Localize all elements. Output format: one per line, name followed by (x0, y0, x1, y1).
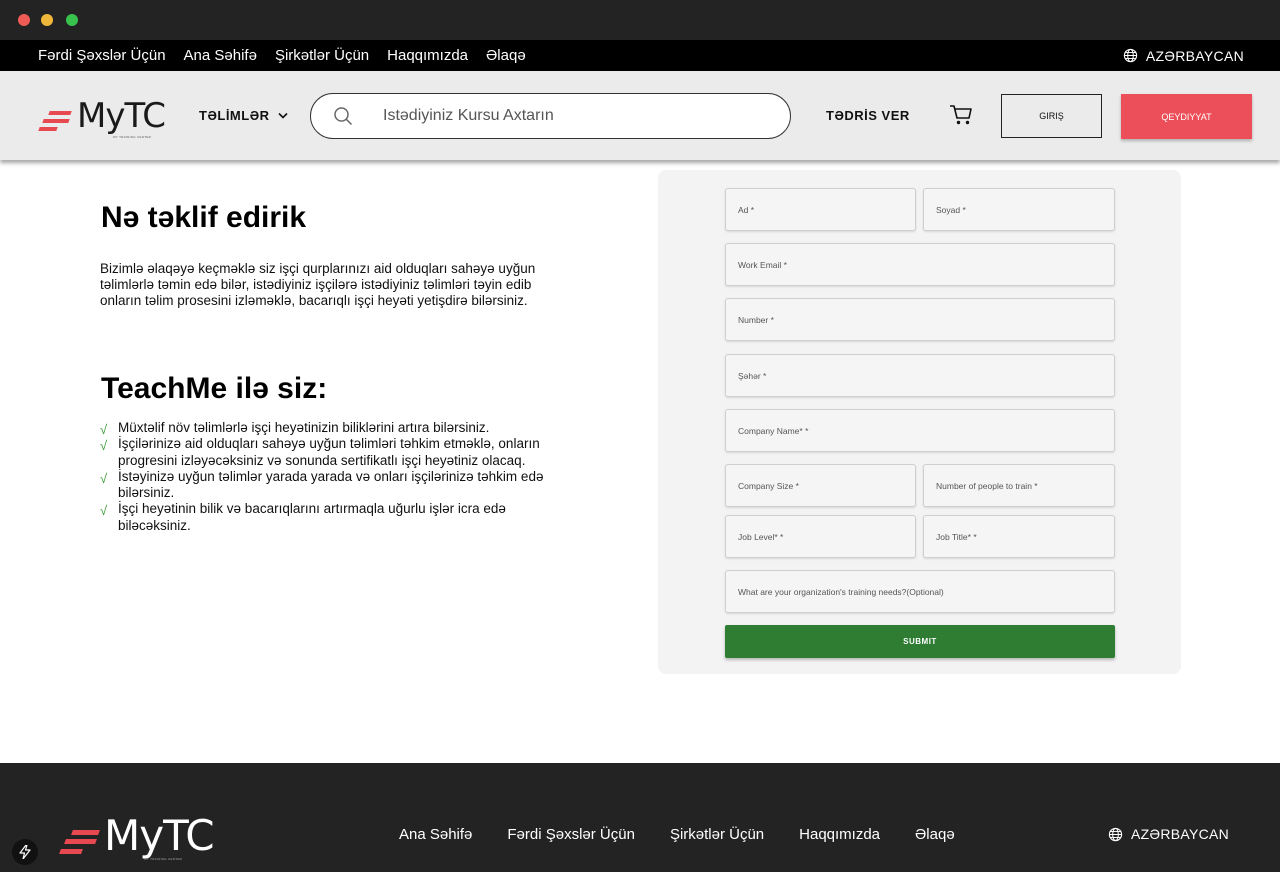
top-nav-link-home[interactable]: Ana Səhifə (184, 47, 257, 64)
close-window-button[interactable] (18, 14, 30, 26)
search-bar (310, 93, 791, 139)
submit-button[interactable]: SUBMIT (725, 625, 1115, 658)
footer-link-companies[interactable]: Şirkətlər Üçün (670, 826, 764, 843)
login-button[interactable]: GIRIŞ (1001, 94, 1102, 138)
last-name-field (923, 188, 1115, 231)
work-email-input[interactable] (726, 244, 1114, 285)
cart-icon[interactable] (949, 104, 973, 126)
first-name-field (725, 188, 916, 231)
first-name-input[interactable] (726, 189, 915, 230)
footer-logo-subtitle: MY TRAINING CENTER (144, 857, 183, 861)
site-header: MyTC MY TRAINING CENTER TƏLİMLƏR TƏDRİS … (0, 71, 1280, 160)
top-nav-link-individuals[interactable]: Fərdi Şəxslər Üçün (38, 47, 166, 64)
checkmark-icon: √ (100, 438, 108, 454)
top-nav-link-about[interactable]: Haqqımızda (387, 47, 468, 64)
training-needs-field (725, 570, 1115, 613)
offer-heading: Nə təklif edirik (101, 201, 307, 234)
browser-window: Fərdi Şəxslər Üçün Ana Səhifə Şirkətlər … (0, 0, 1280, 872)
window-title-bar (0, 0, 1280, 40)
logo-subtitle: MY TRAINING CENTER (113, 135, 152, 139)
benefit-text: Müxtəlif növ təlimlərlə işçi heyətinizin… (118, 420, 490, 435)
benefit-item: √ Müxtəlif növ təlimlərlə işçi heyətinizi… (100, 420, 575, 437)
lightning-icon[interactable] (12, 839, 38, 865)
maximize-window-button[interactable] (66, 14, 78, 26)
people-to-train-input[interactable] (924, 465, 1114, 506)
footer-mytc-logo[interactable]: MyTC MY TRAINING CENTER (59, 811, 215, 861)
benefit-item: √ İstəyinizə uyğun təlimlər yarada yarada… (100, 469, 575, 502)
number-field (725, 298, 1115, 341)
search-input[interactable] (383, 107, 763, 125)
globe-icon (1123, 48, 1138, 63)
footer-link-home[interactable]: Ana Səhifə (399, 826, 472, 843)
footer-logo-text: MyTC (104, 811, 215, 860)
job-level-field (725, 515, 916, 558)
benefit-item: √ İşçilərinizə aid olduqları sahəyə uyğun… (100, 436, 575, 469)
city-field (725, 354, 1115, 397)
logo-mark (38, 107, 73, 133)
minimize-window-button[interactable] (41, 14, 53, 26)
offer-description: Bizimlə əlaqəyə keçməklə siz işçi qurpla… (100, 261, 536, 308)
number-input[interactable] (726, 299, 1114, 340)
courses-dropdown-label: TƏLİMLƏR (199, 108, 270, 123)
people-to-train-field (923, 464, 1115, 507)
company-name-field (725, 409, 1115, 452)
top-nav-link-contact[interactable]: Əlaqə (486, 47, 526, 64)
company-name-input[interactable] (726, 410, 1114, 451)
checkmark-icon: √ (100, 470, 108, 486)
chevron-down-icon (277, 112, 288, 119)
city-input[interactable] (726, 355, 1114, 396)
teach-link[interactable]: TƏDRİS VER (826, 108, 910, 123)
mytc-logo[interactable]: MyTC MY TRAINING CENTER (38, 96, 166, 139)
globe-icon (1108, 827, 1123, 841)
courses-dropdown[interactable]: TƏLİMLƏR (199, 108, 288, 123)
footer-link-contact[interactable]: Əlaqə (915, 826, 955, 843)
benefit-item: √ İşçi heyətinin bilik və bacarıqlarını a… (100, 501, 575, 534)
top-nav: Fərdi Şəxslər Üçün Ana Səhifə Şirkətlər … (0, 40, 1280, 71)
footer-links: Ana Səhifə Fərdi Şəxslər Üçün Şirkətlər … (399, 826, 955, 843)
benefit-text: İşçi heyətinin bilik və bacarıqlarını ar… (118, 501, 506, 533)
checkmark-icon: √ (100, 503, 108, 519)
top-nav-links: Fərdi Şəxslər Üçün Ana Səhifə Şirkətlər … (38, 40, 526, 71)
job-level-input[interactable] (726, 516, 915, 557)
search-icon[interactable] (333, 106, 353, 126)
site-footer: MyTC MY TRAINING CENTER Ana Səhifə Fərdi… (0, 763, 1280, 872)
benefit-text: İşçilərinizə aid olduqları sahəyə uyğun … (118, 436, 540, 468)
job-title-field (923, 515, 1115, 558)
logo-text: MyTC (77, 96, 166, 136)
language-selector[interactable]: AZƏRBAYCAN (1123, 40, 1244, 71)
benefits-list: √ Müxtəlif növ təlimlərlə işçi heyətinizi… (100, 420, 575, 534)
top-nav-link-companies[interactable]: Şirkətlər Üçün (275, 47, 369, 64)
footer-link-individuals[interactable]: Fərdi Şəxslər Üçün (507, 826, 635, 843)
signup-button[interactable]: QEYDIYYAT (1121, 94, 1252, 139)
last-name-input[interactable] (924, 189, 1114, 230)
footer-link-about[interactable]: Haqqımızda (799, 826, 880, 843)
company-size-input[interactable] (726, 465, 915, 506)
footer-language-label: AZƏRBAYCAN (1131, 826, 1230, 842)
training-needs-input[interactable] (726, 571, 1114, 612)
company-size-field (725, 464, 916, 507)
job-title-input[interactable] (924, 516, 1114, 557)
footer-logo-mark (59, 825, 100, 857)
work-email-field (725, 243, 1115, 286)
language-label: AZƏRBAYCAN (1145, 47, 1244, 64)
footer-language-selector[interactable]: AZƏRBAYCAN (1108, 826, 1229, 842)
benefit-text: İstəyinizə uyğun təlimlər yarada yarada … (118, 468, 544, 501)
teachme-heading: TeachMe ilə siz: (101, 372, 328, 405)
